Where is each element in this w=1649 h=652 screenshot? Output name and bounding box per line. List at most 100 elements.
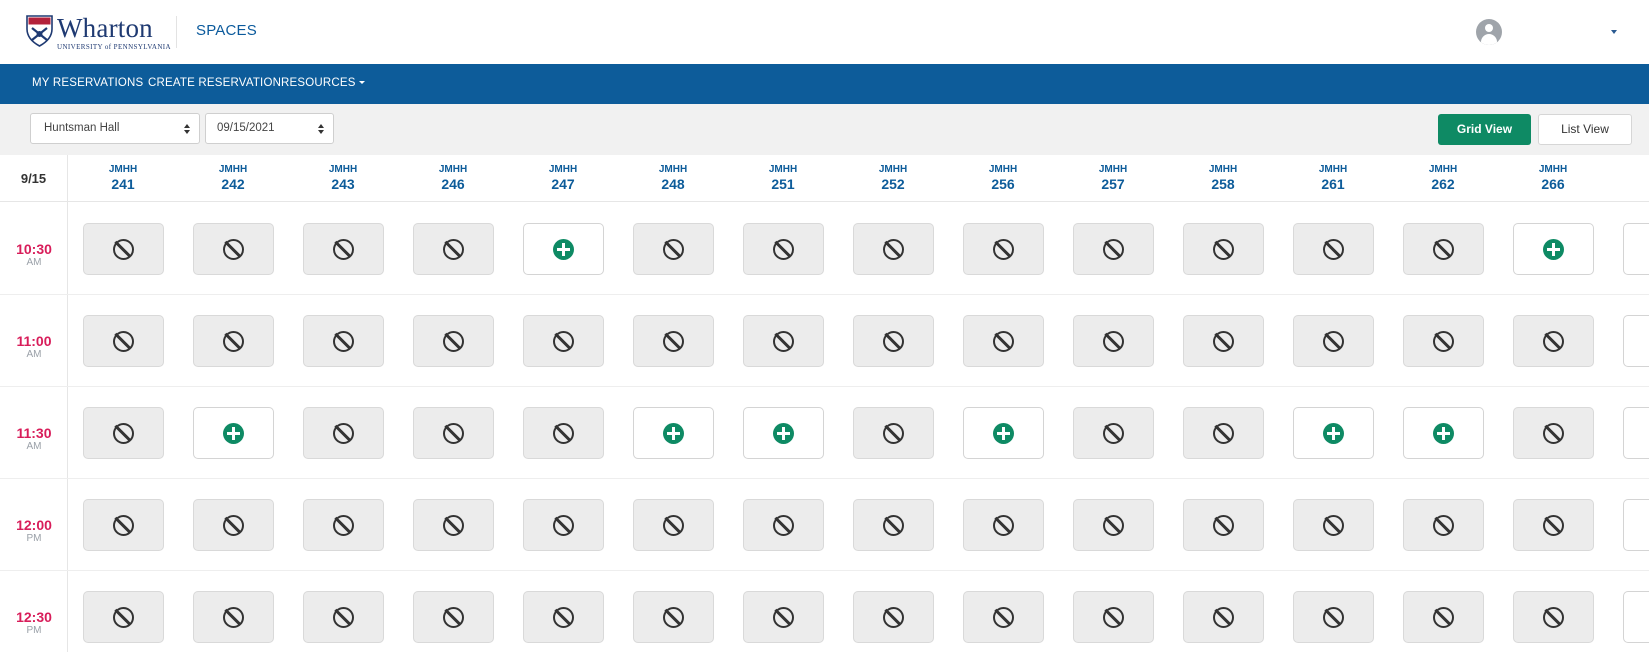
avatar-body <box>1481 34 1497 45</box>
available-slot[interactable] <box>1623 591 1649 643</box>
unavailable-slot <box>1513 315 1594 367</box>
ban-icon <box>1543 330 1564 352</box>
room-header: JMHH 256 <box>963 164 1043 192</box>
ban-icon <box>1323 606 1344 628</box>
unavailable-slot <box>853 591 934 643</box>
ban-icon <box>1103 422 1124 444</box>
room-header: JMHH 252 <box>853 164 933 192</box>
unavailable-slot <box>83 591 164 643</box>
ban-icon <box>1103 238 1124 260</box>
room-number: 248 <box>661 176 685 192</box>
nav-resources[interactable]: RESOURCES <box>281 77 365 89</box>
available-slot[interactable] <box>1623 499 1649 551</box>
caret-down-icon[interactable] <box>1611 30 1617 34</box>
ban-icon <box>1433 606 1454 628</box>
room-header: JMHH 266 <box>1513 164 1593 192</box>
unavailable-slot <box>743 591 824 643</box>
available-slot[interactable] <box>743 407 824 459</box>
row-divider <box>0 478 1649 479</box>
ban-icon <box>1323 330 1344 352</box>
unavailable-slot <box>1513 407 1594 459</box>
available-slot[interactable] <box>1293 407 1374 459</box>
room-building: JMHH <box>1538 164 1568 175</box>
wharton-logo[interactable]: Wharton UNIVERSITY of PENNSYLVANIA <box>26 13 171 51</box>
available-slot[interactable] <box>523 223 604 275</box>
nav-create-reservation[interactable]: CREATE RESERVATION <box>148 77 281 89</box>
room-number: 258 <box>1211 176 1235 192</box>
plus-circle-icon <box>223 422 244 444</box>
row-divider <box>0 570 1649 571</box>
available-slot[interactable] <box>1403 407 1484 459</box>
available-slot[interactable] <box>1623 407 1649 459</box>
plus-circle-icon <box>773 422 794 444</box>
logo-wordmark: Wharton <box>57 13 153 43</box>
nav-resources-label: RESOURCES <box>281 77 356 89</box>
unavailable-slot <box>193 591 274 643</box>
unavailable-slot <box>963 223 1044 275</box>
penn-shield-icon <box>26 15 53 47</box>
unavailable-slot <box>1073 315 1154 367</box>
unavailable-slot <box>523 499 604 551</box>
top-header: Wharton UNIVERSITY of PENNSYLVANIA SPACE… <box>0 0 1649 64</box>
room-number: 242 <box>221 176 245 192</box>
ban-icon <box>553 606 574 628</box>
ban-icon <box>113 514 134 536</box>
available-slot[interactable] <box>1623 223 1649 275</box>
unavailable-slot <box>1073 499 1154 551</box>
unavailable-slot <box>83 499 164 551</box>
room-building: JMHH <box>1208 164 1238 175</box>
building-select-value: Huntsman Hall <box>44 122 120 134</box>
ban-icon <box>223 238 244 260</box>
date-select[interactable]: 09/15/2021 <box>205 113 334 144</box>
unavailable-slot <box>193 499 274 551</box>
ban-icon <box>1103 514 1124 536</box>
unavailable-slot <box>853 315 934 367</box>
ban-icon <box>1323 238 1344 260</box>
room-number: 243 <box>331 176 355 192</box>
ban-icon <box>443 238 464 260</box>
unavailable-slot <box>743 223 824 275</box>
unavailable-slot <box>633 591 714 643</box>
unavailable-slot <box>523 315 604 367</box>
user-avatar-icon[interactable] <box>1476 19 1502 45</box>
room-header: JMHH 258 <box>1183 164 1263 192</box>
unavailable-slot <box>1073 223 1154 275</box>
ban-icon <box>773 238 794 260</box>
unavailable-slot <box>1073 591 1154 643</box>
grid-view-button[interactable]: Grid View <box>1438 114 1531 145</box>
room-header: JMHH 262 <box>1403 164 1483 192</box>
room-header: JMHH 248 <box>633 164 713 192</box>
ban-icon <box>1213 422 1234 444</box>
ban-icon <box>1433 330 1454 352</box>
select-arrows-icon <box>184 124 190 134</box>
app-title[interactable]: SPACES <box>196 22 257 39</box>
room-number: 251 <box>771 176 795 192</box>
ban-icon <box>443 330 464 352</box>
room-header: JMHH 246 <box>413 164 493 192</box>
available-slot[interactable] <box>1623 315 1649 367</box>
time-value: 11:30 <box>16 425 52 441</box>
ban-icon <box>223 330 244 352</box>
ban-icon <box>443 606 464 628</box>
building-select[interactable]: Huntsman Hall <box>30 113 200 144</box>
room-number: 257 <box>1101 176 1125 192</box>
nav-my-reservations[interactable]: MY RESERVATIONS <box>32 77 143 89</box>
room-number: 252 <box>881 176 905 192</box>
time-value: 11:00 <box>16 333 52 349</box>
room-building: JMHH <box>988 164 1018 175</box>
list-view-button[interactable]: List View <box>1538 114 1632 145</box>
available-slot[interactable] <box>1513 223 1594 275</box>
available-slot[interactable] <box>633 407 714 459</box>
room-header: JMHH 257 <box>1073 164 1153 192</box>
ban-icon <box>1213 238 1234 260</box>
ban-icon <box>553 514 574 536</box>
unavailable-slot <box>853 499 934 551</box>
ban-icon <box>1103 330 1124 352</box>
available-slot[interactable] <box>193 407 274 459</box>
unavailable-slot <box>523 407 604 459</box>
ban-icon <box>1103 606 1124 628</box>
time-label: 12:00 PM <box>0 517 68 545</box>
available-slot[interactable] <box>963 407 1044 459</box>
unavailable-slot <box>633 315 714 367</box>
ban-icon <box>1323 514 1344 536</box>
